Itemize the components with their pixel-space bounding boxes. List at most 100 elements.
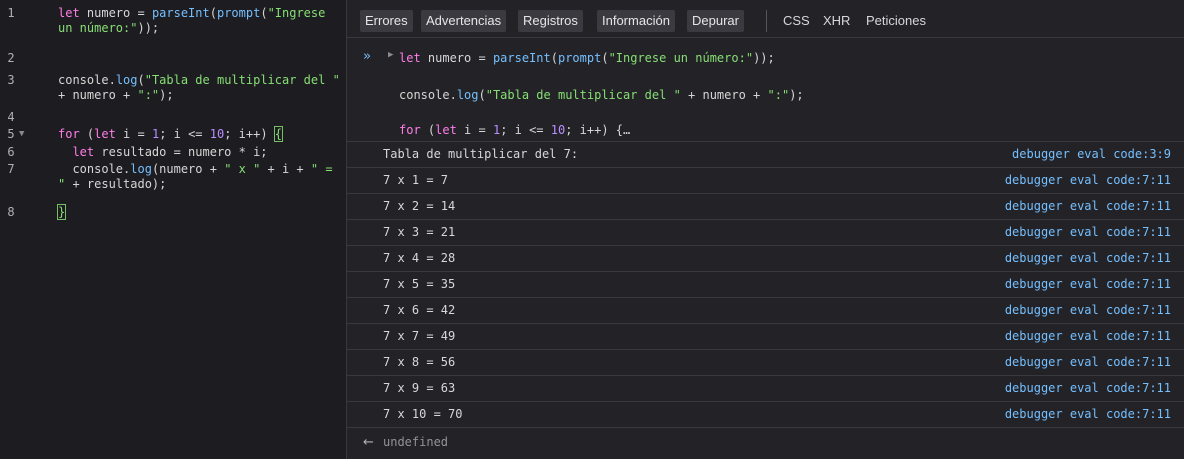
filter-info-button[interactable]: Información bbox=[597, 10, 675, 32]
code-token: console bbox=[399, 88, 450, 102]
chevron-down-icon[interactable]: ▼ bbox=[19, 127, 24, 142]
filter-logs-button[interactable]: Registros bbox=[518, 10, 583, 32]
log-source-link[interactable]: debugger eval code:7:11 bbox=[1005, 220, 1171, 245]
line-number: 4 bbox=[7, 110, 15, 124]
log-source-link[interactable]: debugger eval code:7:11 bbox=[1005, 324, 1171, 349]
code-token: 10 bbox=[550, 123, 566, 137]
code-token: let bbox=[58, 6, 87, 20]
line-number: 8 bbox=[7, 205, 15, 219]
log-message: 7 x 9 = 63 bbox=[383, 381, 456, 395]
code-token: log bbox=[130, 162, 152, 176]
log-source-link[interactable]: debugger eval code:7:11 bbox=[1005, 168, 1171, 193]
code-text[interactable]: for (let i = 1; i <= 10; i++) { bbox=[58, 126, 343, 142]
log-source-link[interactable]: debugger eval code:7:11 bbox=[1005, 402, 1171, 427]
code-text[interactable]: console.log("Tabla de multiplicar del " … bbox=[58, 73, 343, 103]
editor-line[interactable]: 2 bbox=[0, 51, 347, 66]
code-text[interactable]: let numero = parseInt(prompt("Ingrese un… bbox=[58, 6, 343, 36]
code-token: ( bbox=[260, 6, 268, 20]
filter-xhr-button[interactable]: XHR bbox=[823, 10, 850, 32]
toolbar-divider bbox=[766, 10, 767, 32]
filter-warnings-button[interactable]: Advertencias bbox=[421, 10, 507, 32]
log-source-link[interactable]: debugger eval code:7:11 bbox=[1005, 298, 1171, 323]
code-token: (numero + bbox=[151, 162, 225, 176]
code-text[interactable]: let resultado = numero * i; bbox=[58, 145, 343, 160]
editor-line[interactable]: 3 console.log("Tabla de multiplicar del … bbox=[0, 73, 347, 103]
code-token: ":" bbox=[137, 88, 160, 102]
code-token: let bbox=[72, 145, 102, 159]
editor-line[interactable]: 1 let numero = parseInt(prompt("Ingrese … bbox=[0, 6, 347, 36]
input-code-line: for (let i = 1; i <= 10; i++) {… bbox=[399, 123, 630, 137]
code-token: ; i++) bbox=[224, 127, 275, 141]
editor-line[interactable]: 7 console.log(numero + " x " + i + " = "… bbox=[0, 162, 347, 192]
console-filter-toolbar: Errores Advertencias Registros Informaci… bbox=[347, 0, 1184, 38]
code-token: i = bbox=[464, 123, 493, 137]
code-token: log bbox=[115, 73, 138, 87]
code-token: + numero + bbox=[680, 88, 768, 102]
web-console: Errores Advertencias Registros Informaci… bbox=[347, 0, 1184, 459]
editor-line[interactable]: 6 let resultado = numero * i; bbox=[0, 145, 347, 160]
filter-css-button[interactable]: CSS bbox=[783, 10, 810, 32]
editor-line[interactable]: 4 bbox=[0, 110, 347, 125]
code-token: " x " bbox=[224, 162, 261, 176]
code-token: ( bbox=[478, 88, 486, 102]
log-message: 7 x 5 = 35 bbox=[383, 277, 456, 291]
code-token: numero = bbox=[427, 51, 493, 65]
log-message: 7 x 4 = 28 bbox=[383, 251, 456, 265]
code-token: + resultado); bbox=[65, 177, 167, 191]
log-row: 7 x 3 = 21 debugger eval code:7:11 bbox=[347, 220, 1184, 246]
double-chevron-icon: » bbox=[363, 49, 371, 64]
code-token: prompt bbox=[216, 6, 261, 20]
line-number: 3 bbox=[7, 73, 15, 87]
code-token: } bbox=[56, 204, 67, 220]
code-token: numero = bbox=[86, 6, 152, 20]
return-arrow-icon: ← bbox=[363, 435, 374, 450]
filter-debug-button[interactable]: Depurar bbox=[687, 10, 744, 32]
log-source-link[interactable]: debugger eval code:7:11 bbox=[1005, 350, 1171, 375]
editor-line[interactable]: 5 ▼ for (let i = 1; i <= 10; i++) { bbox=[0, 126, 347, 142]
code-token: resultado = numero * i; bbox=[101, 145, 268, 159]
filter-requests-button[interactable]: Peticiones bbox=[866, 10, 926, 32]
console-input-echo[interactable]: » ▶ let numero = parseInt(prompt("Ingres… bbox=[347, 38, 1184, 142]
log-row: 7 x 1 = 7 debugger eval code:7:11 bbox=[347, 168, 1184, 194]
log-row: 7 x 4 = 28 debugger eval code:7:11 bbox=[347, 246, 1184, 272]
code-token: . bbox=[449, 88, 457, 102]
log-row: 7 x 7 = 49 debugger eval code:7:11 bbox=[347, 324, 1184, 350]
line-number: 1 bbox=[7, 6, 15, 20]
code-token: )); bbox=[753, 51, 775, 65]
code-token: 10 bbox=[209, 127, 225, 141]
log-source-link[interactable]: debugger eval code:3:9 bbox=[1012, 142, 1171, 167]
code-token: ); bbox=[789, 88, 804, 102]
log-source-link[interactable]: debugger eval code:7:11 bbox=[1005, 272, 1171, 297]
code-token: for bbox=[58, 127, 87, 141]
log-message: Tabla de multiplicar del 7: bbox=[383, 147, 579, 161]
filter-errors-button[interactable]: Errores bbox=[360, 10, 413, 32]
log-row: 7 x 9 = 63 debugger eval code:7:11 bbox=[347, 376, 1184, 402]
log-message: 7 x 1 = 7 bbox=[383, 173, 449, 187]
log-row: Tabla de multiplicar del 7: debugger eva… bbox=[347, 142, 1184, 168]
log-row: 7 x 10 = 70 debugger eval code:7:11 bbox=[347, 402, 1184, 428]
code-token: parseInt bbox=[492, 51, 551, 65]
log-source-link[interactable]: debugger eval code:7:11 bbox=[1005, 246, 1171, 271]
code-token: "Ingrese un número:" bbox=[608, 51, 754, 65]
code-token: ; i++) {… bbox=[565, 123, 631, 137]
code-editor[interactable]: 1 let numero = parseInt(prompt("Ingrese … bbox=[0, 0, 347, 459]
editor-line[interactable]: 8 } bbox=[0, 204, 347, 220]
code-token: prompt bbox=[557, 51, 602, 65]
line-number: 2 bbox=[7, 51, 15, 65]
log-message: 7 x 3 = 21 bbox=[383, 225, 456, 239]
code-token: i = bbox=[123, 127, 152, 141]
expand-arrow-icon[interactable]: ▶ bbox=[388, 50, 393, 60]
log-source-link[interactable]: debugger eval code:7:11 bbox=[1005, 194, 1171, 219]
console-result-row: ← undefined bbox=[347, 428, 1184, 459]
log-source-link[interactable]: debugger eval code:7:11 bbox=[1005, 376, 1171, 401]
code-text[interactable]: } bbox=[56, 204, 343, 220]
code-token: let bbox=[94, 127, 124, 141]
log-message: 7 x 10 = 70 bbox=[383, 407, 463, 421]
code-text[interactable]: console.log(numero + " x " + i + " = " +… bbox=[58, 162, 343, 192]
code-token: "Tabla de multiplicar del " bbox=[144, 73, 340, 87]
code-token: ( bbox=[209, 6, 217, 20]
code-token: ; i <= bbox=[500, 123, 551, 137]
code-token: console. bbox=[58, 162, 131, 176]
line-number: 6 bbox=[7, 145, 15, 159]
